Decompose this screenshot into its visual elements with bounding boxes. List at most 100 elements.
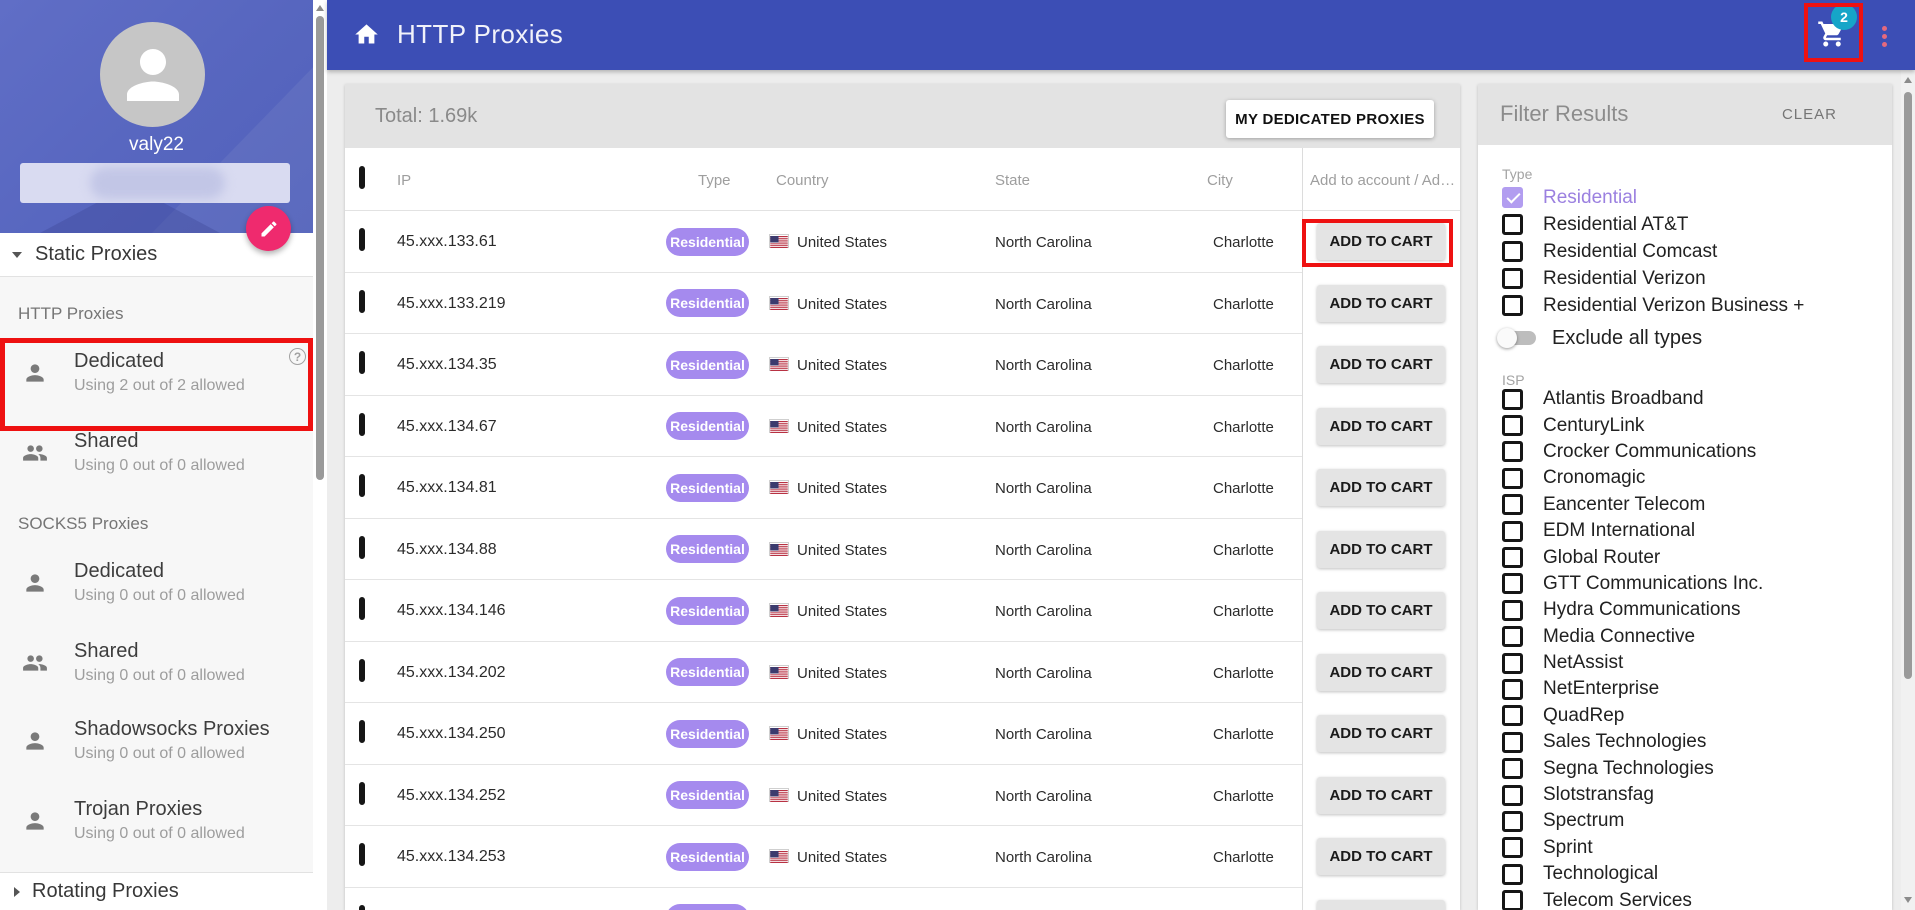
add-to-cart-button[interactable]: ADD TO CART — [1317, 346, 1445, 383]
type-filter-residential-verizon-business-[interactable]: Residential Verizon Business + — [1478, 292, 1892, 319]
filter-checkbox[interactable] — [1502, 241, 1523, 262]
isp-filter-edm-international[interactable]: EDM International — [1478, 518, 1892, 544]
filter-label: Media Connective — [1543, 626, 1695, 648]
exclude-all-types-toggle[interactable]: Exclude all types — [1500, 324, 1702, 352]
isp-filter-gtt-communications-inc-[interactable]: GTT Communications Inc. — [1478, 571, 1892, 597]
add-to-cart-button[interactable]: ADD TO CART — [1317, 715, 1445, 752]
row-checkbox[interactable] — [359, 290, 365, 313]
row-checkbox[interactable] — [359, 782, 365, 805]
filter-checkbox[interactable] — [1502, 758, 1523, 779]
isp-filter-quadrep[interactable]: QuadRep — [1478, 703, 1892, 729]
isp-filter-netenterprise[interactable]: NetEnterprise — [1478, 676, 1892, 702]
isp-filter-netassist[interactable]: NetAssist — [1478, 650, 1892, 676]
clear-filters-button[interactable]: CLEAR — [1782, 106, 1837, 123]
my-dedicated-proxies-button[interactable]: MY DEDICATED PROXIES — [1226, 100, 1434, 138]
more-options-button[interactable] — [1880, 23, 1888, 50]
isp-filter-technological[interactable]: Technological — [1478, 861, 1892, 887]
filter-checkbox[interactable] — [1502, 705, 1523, 726]
sidebar-item-shared[interactable]: SharedUsing 0 out of 0 allowed — [0, 640, 313, 685]
row-checkbox[interactable] — [359, 905, 365, 910]
row-checkbox[interactable] — [359, 351, 365, 374]
add-to-cart-button[interactable]: ADD TO CART — [1317, 223, 1445, 260]
isp-filter-slotstransfag[interactable]: Slotstransfag — [1478, 782, 1892, 808]
row-checkbox[interactable] — [359, 228, 365, 251]
sidebar-item-subtitle: Using 0 out of 0 allowed — [74, 667, 245, 685]
add-to-cart-button[interactable]: ADD TO CART — [1317, 654, 1445, 691]
page-scrollbar[interactable] — [1901, 70, 1915, 910]
filter-checkbox[interactable] — [1502, 389, 1523, 410]
add-to-cart-button[interactable]: ADD TO CART — [1317, 777, 1445, 814]
filter-checkbox[interactable] — [1502, 214, 1523, 235]
filter-checkbox[interactable] — [1502, 679, 1523, 700]
isp-filter-sprint[interactable]: Sprint — [1478, 835, 1892, 861]
add-to-cart-button[interactable]: ADD TO CART — [1317, 285, 1445, 322]
filter-checkbox[interactable] — [1502, 521, 1523, 542]
filter-checkbox[interactable] — [1502, 295, 1523, 316]
rotating-proxies-section-toggle[interactable]: Rotating Proxies — [0, 872, 313, 910]
type-filter-residential-verizon[interactable]: Residential Verizon — [1478, 265, 1892, 292]
isp-filter-hydra-communications[interactable]: Hydra Communications — [1478, 597, 1892, 623]
filter-checkbox[interactable] — [1502, 494, 1523, 515]
isp-filter-crocker-communications[interactable]: Crocker Communications — [1478, 439, 1892, 465]
sidebar-scrollbar-thumb[interactable] — [316, 16, 324, 480]
sidebar-item-shadowsocks-proxies[interactable]: Shadowsocks ProxiesUsing 0 out of 0 allo… — [0, 718, 313, 763]
filter-checkbox[interactable] — [1502, 732, 1523, 753]
filter-checkbox[interactable] — [1502, 441, 1523, 462]
filter-checkbox[interactable] — [1502, 468, 1523, 489]
scroll-down-arrow[interactable] — [1904, 897, 1912, 903]
row-checkbox[interactable] — [359, 536, 365, 559]
sidebar-scrollbar[interactable] — [313, 0, 327, 910]
filter-checkbox[interactable] — [1502, 547, 1523, 568]
isp-filter-global-router[interactable]: Global Router — [1478, 544, 1892, 570]
isp-filter-eancenter-telecom[interactable]: Eancenter Telecom — [1478, 492, 1892, 518]
row-checkbox[interactable] — [359, 720, 365, 743]
sidebar-item-trojan-proxies[interactable]: Trojan ProxiesUsing 0 out of 0 allowed — [0, 798, 313, 843]
cart-button[interactable]: 2 — [1804, 3, 1863, 62]
add-to-cart-button[interactable]: ADD TO CART — [1317, 592, 1445, 629]
filter-checkbox[interactable] — [1502, 653, 1523, 674]
add-to-cart-button[interactable]: ADD TO CART — [1317, 408, 1445, 445]
isp-filter-segna-technologies[interactable]: Segna Technologies — [1478, 755, 1892, 781]
help-icon[interactable]: ? — [289, 348, 306, 365]
isp-filter-atlantis-broadband[interactable]: Atlantis Broadband — [1478, 386, 1892, 412]
type-filter-residential[interactable]: Residential — [1478, 184, 1892, 211]
add-to-cart-button[interactable]: ADD TO CART — [1317, 531, 1445, 568]
isp-filter-cronomagic[interactable]: Cronomagic — [1478, 465, 1892, 491]
row-checkbox[interactable] — [359, 843, 365, 866]
filter-checkbox[interactable] — [1502, 890, 1523, 910]
row-checkbox[interactable] — [359, 597, 365, 620]
isp-filter-telecom-services[interactable]: Telecom Services — [1478, 887, 1892, 910]
edit-profile-button[interactable] — [246, 206, 291, 251]
filter-checkbox[interactable] — [1502, 573, 1523, 594]
isp-filter-media-connective[interactable]: Media Connective — [1478, 624, 1892, 650]
filter-checkbox[interactable] — [1502, 626, 1523, 647]
filter-checkbox[interactable] — [1502, 600, 1523, 621]
filter-checkbox[interactable] — [1502, 268, 1523, 289]
filter-checkbox[interactable] — [1502, 864, 1523, 885]
filter-checkbox[interactable] — [1502, 187, 1523, 208]
add-to-cart-button[interactable]: ADD TO CART — [1317, 469, 1445, 506]
page-scrollbar-thumb[interactable] — [1904, 92, 1912, 679]
filter-checkbox[interactable] — [1502, 811, 1523, 832]
row-checkbox[interactable] — [359, 474, 365, 497]
isp-filter-spectrum[interactable]: Spectrum — [1478, 808, 1892, 834]
type-filter-residential-comcast[interactable]: Residential Comcast — [1478, 238, 1892, 265]
sidebar-item-dedicated[interactable]: DedicatedUsing 2 out of 2 allowed — [0, 350, 313, 395]
add-to-cart-button[interactable] — [1317, 900, 1445, 910]
scroll-up-arrow[interactable] — [316, 5, 324, 11]
type-filter-residential-at-t[interactable]: Residential AT&T — [1478, 211, 1892, 238]
row-checkbox[interactable] — [359, 413, 365, 436]
row-checkbox[interactable] — [359, 659, 365, 682]
sidebar-item-shared[interactable]: SharedUsing 0 out of 0 allowed — [0, 430, 313, 475]
select-all-checkbox[interactable] — [359, 166, 365, 189]
home-button[interactable] — [353, 21, 380, 53]
filter-checkbox[interactable] — [1502, 785, 1523, 806]
us-flag-icon — [770, 851, 788, 863]
isp-filter-sales-technologies[interactable]: Sales Technologies — [1478, 729, 1892, 755]
sidebar-item-dedicated[interactable]: DedicatedUsing 0 out of 0 allowed — [0, 560, 313, 605]
filter-checkbox[interactable] — [1502, 837, 1523, 858]
scroll-up-arrow[interactable] — [1904, 77, 1912, 83]
filter-checkbox[interactable] — [1502, 415, 1523, 436]
isp-filter-centurylink[interactable]: CenturyLink — [1478, 412, 1892, 438]
add-to-cart-button[interactable]: ADD TO CART — [1317, 838, 1445, 875]
